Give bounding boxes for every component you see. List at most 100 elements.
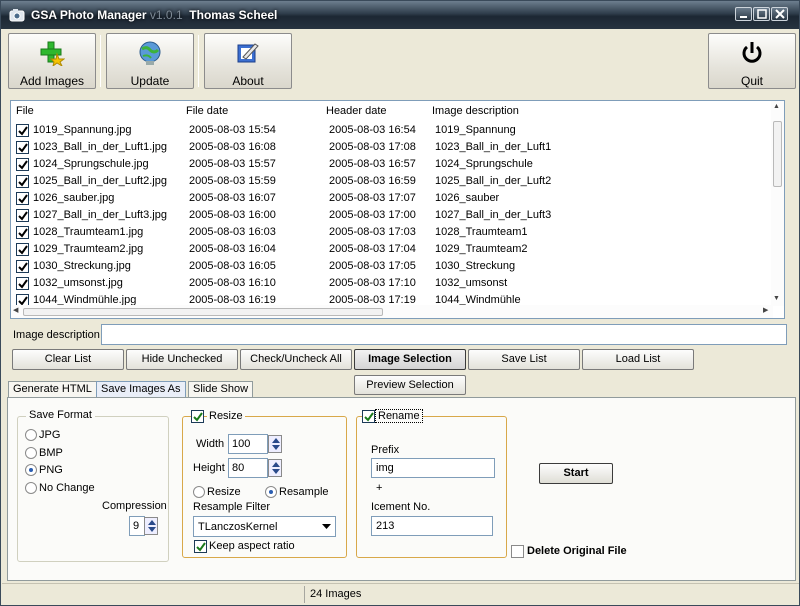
row-checkbox[interactable]	[16, 209, 29, 222]
height-spinner[interactable]	[268, 459, 282, 477]
maximize-button[interactable]	[753, 7, 770, 21]
scroll-up-icon[interactable]: ▲	[773, 103, 780, 110]
keep-aspect-checkbox[interactable]	[194, 540, 207, 553]
row-checkbox[interactable]	[16, 243, 29, 256]
power-icon	[742, 42, 762, 63]
title-bar[interactable]: GSA Photo Manager v1.0.1 Thomas Scheel	[1, 1, 799, 29]
preview-selection-button[interactable]: Preview Selection	[354, 375, 466, 395]
about-button[interactable]: About	[204, 33, 292, 89]
image-selection-button[interactable]: Image Selection	[354, 349, 466, 370]
list-item[interactable]: 1032_umsonst.jpg 2005-08-03 16:10 2005-08-…	[11, 275, 773, 292]
minimize-button[interactable]	[735, 7, 752, 21]
add-images-label: Add Images	[19, 74, 85, 88]
globe-update-icon	[139, 41, 161, 65]
format-png-radio[interactable]	[25, 464, 37, 476]
scroll-right-icon[interactable]: ▶	[763, 306, 768, 314]
row-checkbox[interactable]	[16, 192, 29, 205]
height-label: Height	[193, 462, 225, 474]
column-header-file[interactable]: File	[16, 105, 34, 117]
row-file-name: 1025_Ball_in_der_Luft2.jpg	[33, 175, 167, 187]
keep-aspect-label: Keep aspect ratio	[209, 540, 295, 552]
window-title: GSA Photo Manager v1.0.1 Thomas Scheel	[31, 8, 278, 22]
format-no-change-radio[interactable]	[25, 482, 37, 494]
mode-resize-radio[interactable]	[193, 486, 205, 498]
tab-slide-show[interactable]: Slide Show	[188, 381, 254, 398]
tab-save-images-as[interactable]: Save Images As	[96, 381, 186, 398]
list-item[interactable]: 1026_sauber.jpg 2005-08-03 16:07 2005-08-0…	[11, 190, 773, 207]
close-button[interactable]	[771, 7, 788, 21]
list-item[interactable]: 1024_Sprungschule.jpg 2005-08-03 15:57 200…	[11, 156, 773, 173]
row-checkbox[interactable]	[16, 277, 29, 290]
row-checkbox[interactable]	[16, 260, 29, 273]
list-item[interactable]: 1030_Streckung.jpg 2005-08-03 16:05 2005-0…	[11, 258, 773, 275]
row-checkbox[interactable]	[16, 226, 29, 239]
save-format-legend: Save Format	[26, 409, 95, 421]
row-header-date: 2005-08-03 17:07	[329, 192, 416, 204]
add-images-icon	[40, 41, 65, 66]
row-file-name: 1027_Ball_in_der_Luft3.jpg	[33, 209, 167, 221]
toolbar-divider	[100, 35, 101, 87]
update-button[interactable]: Update	[106, 33, 194, 89]
resize-checkbox[interactable]	[191, 410, 204, 423]
load-list-button[interactable]: Load List	[582, 349, 694, 370]
format-jpg-label: JPG	[39, 429, 61, 441]
list-item[interactable]: 1027_Ball_in_der_Luft3.jpg 2005-08-03 16:…	[11, 207, 773, 224]
file-list[interactable]: File File date Header date Image descrip…	[10, 100, 785, 319]
compression-spinner[interactable]	[144, 517, 158, 535]
row-checkbox[interactable]	[16, 158, 29, 171]
format-no-change-label: No Change	[39, 482, 95, 494]
column-header-image-description[interactable]: Image description	[432, 105, 519, 117]
format-jpg-radio[interactable]	[25, 429, 37, 441]
add-images-button[interactable]: Add Images	[8, 33, 96, 89]
tab-generate-html[interactable]: Generate HTML	[8, 381, 97, 398]
resample-filter-select[interactable]: TLanczosKernel	[193, 516, 336, 537]
clear-list-button[interactable]: Clear List	[12, 349, 124, 370]
increment-input[interactable]: 213	[371, 516, 493, 536]
spinner-arrows-icon	[272, 462, 280, 474]
height-input[interactable]: 80	[228, 458, 268, 478]
check-uncheck-all-button[interactable]: Check/Uncheck All	[240, 349, 352, 370]
spinner-arrows-icon	[272, 438, 280, 450]
row-checkbox[interactable]	[16, 124, 29, 137]
list-item[interactable]: 1025_Ball_in_der_Luft2.jpg 2005-08-03 15:…	[11, 173, 773, 190]
row-checkbox[interactable]	[16, 141, 29, 154]
quit-button[interactable]: Quit	[708, 33, 796, 89]
compression-input[interactable]: 9	[129, 516, 145, 536]
row-file-date: 2005-08-03 16:07	[189, 192, 276, 204]
list-item[interactable]: 1028_Traumteam1.jpg 2005-08-03 16:03 2005-…	[11, 224, 773, 241]
rename-checkbox[interactable]	[362, 410, 375, 423]
list-vertical-scrollbar[interactable]: ▲ ▼	[771, 101, 784, 306]
list-item[interactable]: 1023_Ball_in_der_Luft1.jpg 2005-08-03 16:…	[11, 139, 773, 156]
hide-unchecked-button[interactable]: Hide Unchecked	[126, 349, 238, 370]
row-file-date: 2005-08-03 15:54	[189, 124, 276, 136]
scroll-left-icon[interactable]: ◀	[13, 306, 18, 314]
app-camera-icon	[9, 9, 25, 22]
column-header-header-date[interactable]: Header date	[326, 105, 387, 117]
list-item[interactable]: 1019_Spannung.jpg 2005-08-03 15:54 2005-08…	[11, 122, 773, 139]
row-header-date: 2005-08-03 17:03	[329, 226, 416, 238]
checkmark-icon	[18, 245, 28, 255]
delete-original-checkbox[interactable]	[511, 545, 524, 558]
list-horizontal-scrollbar[interactable]: ◀ ▶	[11, 305, 773, 318]
list-item[interactable]: 1029_Traumteam2.jpg 2005-08-03 16:04 2005-…	[11, 241, 773, 258]
row-checkbox[interactable]	[16, 175, 29, 188]
mode-resample-radio[interactable]	[265, 486, 277, 498]
row-file-name: 1032_umsonst.jpg	[33, 277, 123, 289]
save-list-button[interactable]: Save List	[468, 349, 580, 370]
start-button[interactable]: Start	[539, 463, 613, 484]
column-header-file-date[interactable]: File date	[186, 105, 228, 117]
maximize-icon	[757, 9, 767, 19]
width-spinner[interactable]	[268, 435, 282, 453]
checkmark-icon	[18, 126, 28, 136]
scrollbar-thumb[interactable]	[773, 121, 782, 187]
prefix-input[interactable]: img	[371, 458, 495, 478]
increment-label: Icement No.	[371, 501, 431, 513]
width-input[interactable]: 100	[228, 434, 268, 454]
rename-legend: Rename	[375, 409, 423, 423]
row-description: 1028_Traumteam1	[435, 226, 528, 238]
scrollbar-thumb[interactable]	[23, 308, 383, 316]
row-description: 1023_Ball_in_der_Luft1	[435, 141, 552, 153]
image-description-input[interactable]	[101, 324, 787, 345]
format-bmp-radio[interactable]	[25, 447, 37, 459]
scroll-down-icon[interactable]: ▼	[773, 295, 780, 302]
